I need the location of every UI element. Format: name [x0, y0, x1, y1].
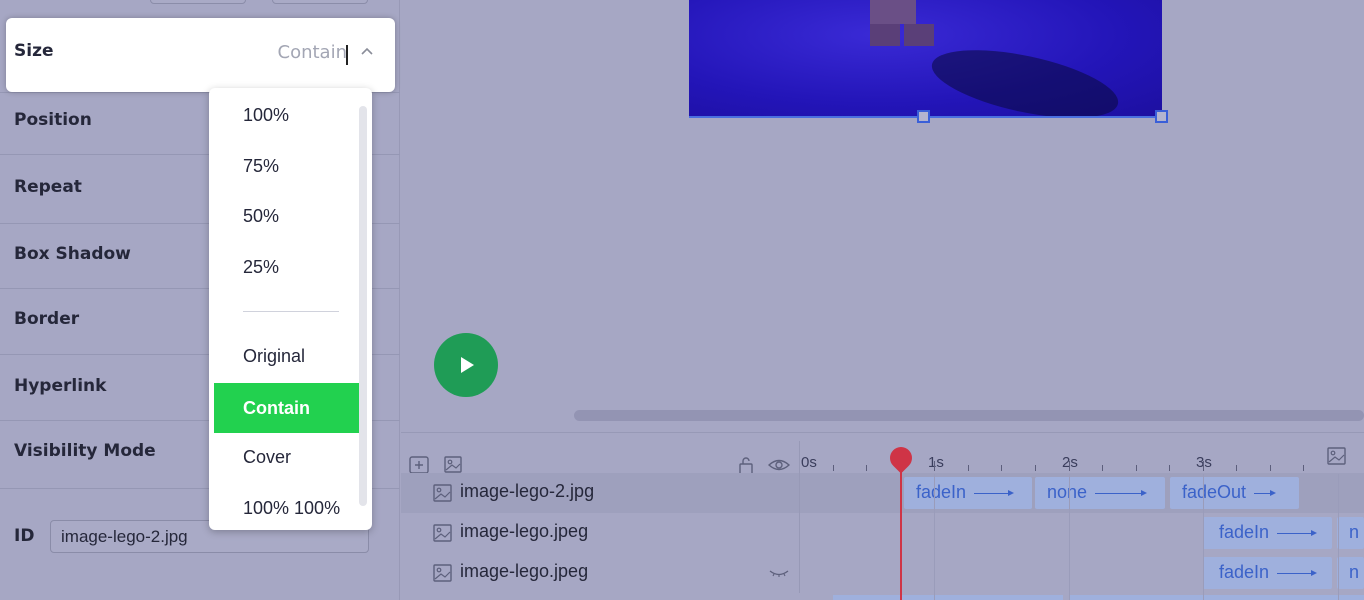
- animation-label: fadeOut: [1182, 482, 1247, 502]
- tick-label: 0s: [801, 454, 817, 471]
- tick: [1136, 465, 1137, 471]
- tick: [1069, 461, 1070, 471]
- tick: [1169, 465, 1170, 471]
- size-label: Size: [14, 41, 54, 61]
- timeline: 0s 1s 2s 3s image-lego-2.jpg fade: [401, 432, 1364, 600]
- size-option-50[interactable]: 50%: [214, 191, 367, 241]
- tick: [866, 465, 867, 471]
- property-label: Box Shadow: [14, 244, 131, 264]
- animation-label: none: [1047, 482, 1088, 502]
- size-option-contain[interactable]: Contain: [214, 383, 367, 433]
- arrow-right-icon: [1277, 530, 1318, 536]
- size-options-menu: 100% 75% 50% 25% Original Contain Cover …: [209, 88, 372, 530]
- grid-line: [1338, 474, 1339, 600]
- canvas-scrollbar[interactable]: [574, 410, 1364, 421]
- animation-label: n: [1349, 522, 1360, 542]
- property-label: Position: [14, 110, 92, 130]
- property-label: Repeat: [14, 177, 82, 197]
- timeline-layer-row[interactable]: image-lego-2.jpg fadeIn none fadeOut: [401, 473, 1364, 513]
- size-select[interactable]: Size Contain: [6, 18, 395, 92]
- tick: [833, 465, 834, 471]
- animation-block-partial[interactable]: [1069, 595, 1364, 600]
- image-icon[interactable]: [1327, 447, 1347, 465]
- grid-line: [1069, 474, 1070, 600]
- animation-block[interactable]: n: [1337, 517, 1364, 549]
- add-layer-icon[interactable]: [409, 456, 429, 474]
- tick: [1303, 465, 1304, 471]
- tick: [968, 465, 969, 471]
- timeline-layer-row[interactable]: image-lego.jpeg fadeIn n: [401, 553, 1364, 593]
- resize-handle-bottom[interactable]: [917, 110, 930, 123]
- tick: [1270, 465, 1271, 471]
- play-icon[interactable]: [434, 333, 498, 397]
- id-label: ID: [14, 526, 35, 546]
- animation-block-partial[interactable]: [833, 595, 1063, 600]
- row-divider: [799, 513, 800, 553]
- animation-block[interactable]: n: [1337, 557, 1364, 589]
- menu-divider: [243, 311, 339, 312]
- lego-figure: [870, 0, 934, 46]
- tick: [1102, 465, 1103, 471]
- layer-name: image-lego.jpeg: [460, 561, 589, 581]
- animation-block[interactable]: fadeOut: [1170, 477, 1299, 509]
- image-icon: [433, 524, 452, 542]
- animation-label: fadeIn: [1219, 562, 1270, 582]
- animation-block[interactable]: fadeIn: [1203, 557, 1332, 589]
- property-label: Border: [14, 309, 80, 329]
- image-icon: [433, 564, 452, 582]
- size-option-100[interactable]: 100%: [214, 90, 367, 140]
- grid-line: [934, 474, 935, 600]
- arrow-right-icon: [1254, 490, 1277, 496]
- tick: [934, 461, 935, 471]
- animation-block[interactable]: fadeIn: [904, 477, 1032, 509]
- property-label: Visibility Mode: [14, 441, 156, 461]
- chevron-up-icon[interactable]: [361, 44, 373, 58]
- size-option-100-100[interactable]: 100% 100%: [214, 483, 367, 530]
- time-ruler[interactable]: 0s 1s 2s 3s: [799, 441, 1364, 475]
- animation-block[interactable]: none: [1035, 477, 1165, 509]
- arrow-right-icon: [974, 490, 1015, 496]
- layer-name: image-lego-2.jpg: [460, 481, 595, 501]
- size-option-75[interactable]: 75%: [214, 141, 367, 191]
- resize-handle-bottom-right[interactable]: [1155, 110, 1168, 123]
- size-option-25[interactable]: 25%: [214, 242, 367, 292]
- tick: [1203, 461, 1204, 471]
- lock-icon[interactable]: [736, 456, 756, 474]
- animation-label: fadeIn: [1219, 522, 1270, 542]
- menu-scrollbar[interactable]: [359, 106, 367, 506]
- size-option-original[interactable]: Original: [214, 331, 367, 381]
- animation-label: n: [1349, 562, 1360, 582]
- text-caret: [346, 45, 348, 65]
- row-divider: [799, 473, 800, 513]
- size-option-cover[interactable]: Cover: [214, 432, 367, 482]
- top-button-right[interactable]: [272, 0, 368, 4]
- top-button-left[interactable]: [150, 0, 246, 4]
- eye-icon[interactable]: [768, 456, 790, 474]
- layer-name: image-lego.jpeg: [460, 521, 589, 541]
- animation-label: fadeIn: [916, 482, 967, 502]
- tick: [1001, 465, 1002, 471]
- row-divider: [799, 553, 800, 593]
- size-select-value[interactable]: Contain: [278, 42, 348, 63]
- arrow-right-icon: [1095, 490, 1148, 496]
- add-image-icon[interactable]: [444, 456, 464, 474]
- timeline-layer-row[interactable]: image-lego.jpeg fadeIn n: [401, 513, 1364, 553]
- image-icon: [433, 484, 452, 502]
- tick: [1236, 465, 1237, 471]
- animation-block[interactable]: fadeIn: [1203, 517, 1332, 549]
- eye-closed-icon[interactable]: [769, 569, 789, 577]
- tick-label: 1s: [928, 454, 944, 471]
- tick: [1035, 465, 1036, 471]
- grid-line: [1203, 474, 1204, 600]
- arrow-right-icon: [1277, 570, 1318, 576]
- timeline-toolbar: [401, 441, 799, 475]
- property-label: Hyperlink: [14, 376, 107, 396]
